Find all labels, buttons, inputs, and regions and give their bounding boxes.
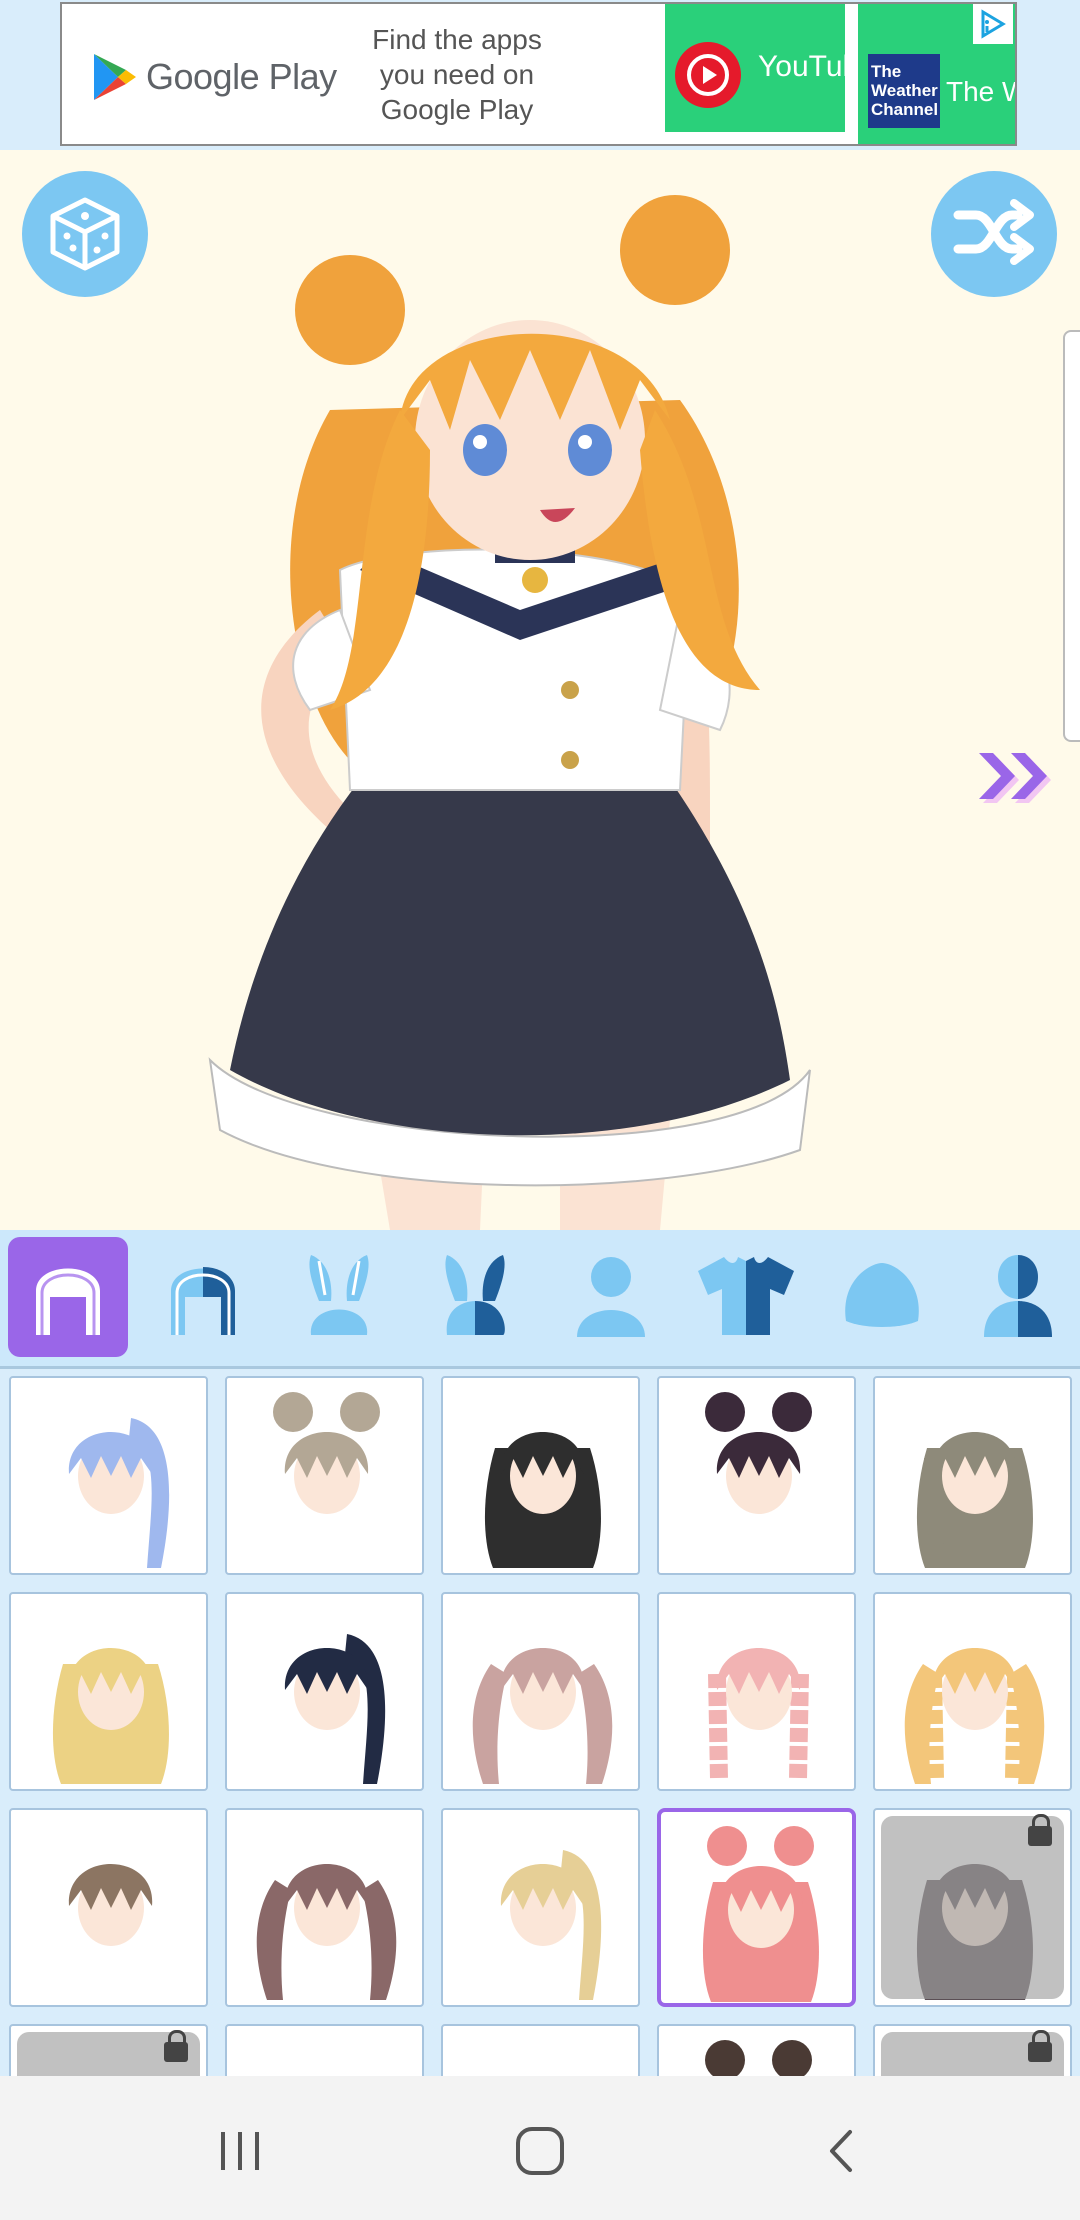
hair-item-1[interactable] xyxy=(9,1376,208,1575)
home-icon[interactable] xyxy=(505,2116,575,2186)
tab-ears[interactable] xyxy=(279,1237,399,1357)
hair-item-17[interactable] xyxy=(225,2024,424,2076)
back-icon[interactable] xyxy=(808,2116,878,2186)
hair-item-15[interactable] xyxy=(873,1808,1072,2007)
hair-item-20[interactable] xyxy=(873,2024,1072,2076)
ad-tile-weather-label: The W xyxy=(946,76,1015,107)
dice-icon xyxy=(45,192,125,277)
weather-channel-logo: The Weather Channel xyxy=(868,54,940,128)
google-play-label: Google Play xyxy=(146,56,337,97)
ad-tile-youtube[interactable]: YouTul xyxy=(665,4,845,144)
ad-tile-youtube-label: YouTul xyxy=(758,50,845,83)
body-icon xyxy=(569,1251,653,1344)
tab-hair-front[interactable] xyxy=(8,1237,128,1357)
character-canvas xyxy=(0,150,1080,1230)
tab-body[interactable] xyxy=(551,1237,671,1357)
system-nav-bar xyxy=(0,2076,1080,2220)
double-chevron-right-icon[interactable] xyxy=(975,745,1065,820)
google-play-icon xyxy=(92,52,138,107)
hair-item-6[interactable] xyxy=(9,1592,208,1791)
hair-item-2[interactable] xyxy=(225,1376,424,1575)
hair-item-10[interactable] xyxy=(873,1592,1072,1791)
side-panel-handle[interactable] xyxy=(1063,330,1080,742)
recents-icon[interactable] xyxy=(205,2116,275,2186)
body-alt-icon xyxy=(976,1251,1060,1344)
ad-banner[interactable]: Google Play Find the apps you need on Go… xyxy=(60,2,1017,146)
youtube-logo-icon xyxy=(675,42,741,108)
lock-icon xyxy=(164,2030,188,2062)
shuffle-icon xyxy=(952,197,1036,272)
hair-item-12[interactable] xyxy=(225,1808,424,2007)
hat-icon xyxy=(840,1251,924,1344)
tab-shirt[interactable] xyxy=(686,1237,806,1357)
hair-item-9[interactable] xyxy=(657,1592,856,1791)
hair-item-8[interactable] xyxy=(441,1592,640,1791)
category-bar xyxy=(0,1230,1080,1369)
hair-front-icon xyxy=(26,1251,110,1344)
anime-character-illustration xyxy=(200,190,840,1230)
lock-icon xyxy=(1028,2030,1052,2062)
hair-item-14[interactable] xyxy=(657,1808,856,2007)
ad-tagline: Find the apps you need on Google Play xyxy=(372,24,542,125)
tab-hair-back[interactable] xyxy=(143,1237,263,1357)
ad-banner-area: Google Play Find the apps you need on Go… xyxy=(0,0,1080,150)
hair-item-7[interactable] xyxy=(225,1592,424,1791)
shirt-icon xyxy=(694,1251,798,1344)
hair-item-18[interactable] xyxy=(441,2024,640,2076)
hair-item-4[interactable] xyxy=(657,1376,856,1575)
tab-ears-alt[interactable] xyxy=(415,1237,535,1357)
tab-body-alt[interactable] xyxy=(958,1237,1078,1357)
shuffle-button[interactable] xyxy=(931,171,1057,297)
hair-item-grid xyxy=(0,1369,1080,2076)
ears-icon xyxy=(297,1251,381,1344)
random-button[interactable] xyxy=(22,171,148,297)
hair-item-5[interactable] xyxy=(873,1376,1072,1575)
tab-hat[interactable] xyxy=(822,1237,942,1357)
adchoices-icon[interactable] xyxy=(973,4,1013,44)
hair-item-19[interactable] xyxy=(657,2024,856,2076)
tile-divider xyxy=(665,132,845,144)
hair-back-icon xyxy=(161,1251,245,1344)
hair-item-16[interactable] xyxy=(9,2024,208,2076)
ears-alt-icon xyxy=(433,1251,517,1344)
hair-item-13[interactable] xyxy=(441,1808,640,2007)
hair-item-11[interactable] xyxy=(9,1808,208,2007)
lock-icon xyxy=(1028,1814,1052,1846)
hair-item-3[interactable] xyxy=(441,1376,640,1575)
